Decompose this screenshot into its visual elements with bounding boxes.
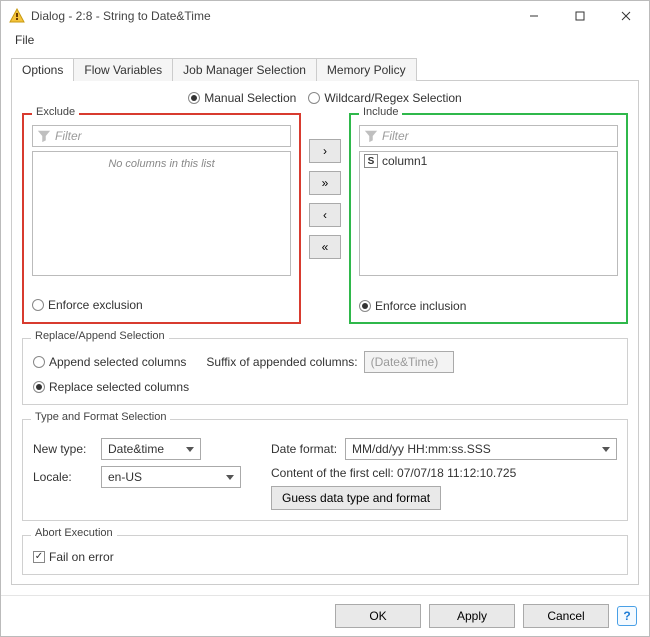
select-value: Date&time bbox=[108, 442, 164, 456]
move-buttons: › » ‹ « bbox=[309, 113, 341, 324]
filter-placeholder: Filter bbox=[55, 129, 82, 143]
cancel-button[interactable]: Cancel bbox=[523, 604, 609, 628]
abort-execution-group: Abort Execution Fail on error bbox=[22, 535, 628, 575]
radio-enforce-inclusion[interactable]: Enforce inclusion bbox=[359, 299, 466, 313]
radio-append-columns[interactable]: Append selected columns bbox=[33, 355, 186, 369]
list-item[interactable]: S column1 bbox=[360, 152, 617, 170]
include-panel: Include Filter S column1 bbox=[349, 113, 628, 324]
suffix-label: Suffix of appended columns: bbox=[206, 355, 357, 369]
radio-bullet-icon bbox=[33, 381, 45, 393]
radio-label: Wildcard/Regex Selection bbox=[324, 91, 461, 105]
checkbox-fail-on-error[interactable]: Fail on error bbox=[33, 550, 114, 564]
chevron-down-icon bbox=[602, 447, 610, 452]
menu-file[interactable]: File bbox=[9, 31, 40, 49]
app-icon bbox=[9, 8, 25, 24]
include-legend: Include bbox=[359, 106, 402, 118]
radio-label: Append selected columns bbox=[49, 355, 186, 369]
guess-format-button[interactable]: Guess data type and format bbox=[271, 486, 441, 510]
exclude-all-button[interactable]: « bbox=[309, 235, 341, 259]
minimize-button[interactable] bbox=[511, 1, 557, 31]
exclude-list[interactable]: No columns in this list bbox=[32, 151, 291, 276]
new-type-select[interactable]: Date&time bbox=[101, 438, 201, 460]
radio-label: Replace selected columns bbox=[49, 380, 189, 394]
radio-label: Enforce exclusion bbox=[48, 298, 143, 312]
filter-icon bbox=[364, 129, 378, 143]
exclude-one-button[interactable]: ‹ bbox=[309, 203, 341, 227]
tabpanel-options: Manual Selection Wildcard/Regex Selectio… bbox=[11, 80, 639, 585]
titlebar: Dialog - 2:8 - String to Date&Time bbox=[1, 1, 649, 31]
new-type-label: New type: bbox=[33, 442, 93, 456]
include-one-button[interactable]: › bbox=[309, 139, 341, 163]
include-list[interactable]: S column1 bbox=[359, 151, 618, 276]
exclude-filter-input[interactable]: Filter bbox=[32, 125, 291, 147]
enforce-exclusion-row: Enforce exclusion bbox=[32, 298, 291, 314]
maximize-button[interactable] bbox=[557, 1, 603, 31]
include-filter-input[interactable]: Filter bbox=[359, 125, 618, 147]
dialog-footer: OK Apply Cancel ? bbox=[1, 595, 649, 636]
filter-placeholder: Filter bbox=[382, 129, 409, 143]
date-format-select[interactable]: MM/dd/yy HH:mm:ss.SSS bbox=[345, 438, 617, 460]
suffix-input: (Date&Time) bbox=[364, 351, 454, 373]
first-cell-content: Content of the first cell: 07/07/18 11:1… bbox=[271, 466, 516, 480]
help-button[interactable]: ? bbox=[617, 606, 637, 626]
tab-flow-variables[interactable]: Flow Variables bbox=[73, 58, 173, 81]
chevron-down-icon bbox=[186, 447, 194, 452]
checkbox-label: Fail on error bbox=[49, 550, 114, 564]
radio-bullet-icon bbox=[33, 356, 45, 368]
tab-job-manager[interactable]: Job Manager Selection bbox=[172, 58, 317, 81]
chevron-down-icon bbox=[226, 475, 234, 480]
ok-button[interactable]: OK bbox=[335, 604, 421, 628]
enforce-inclusion-row: Enforce inclusion bbox=[359, 298, 618, 313]
radio-enforce-exclusion[interactable]: Enforce exclusion bbox=[32, 298, 143, 312]
tabs-container: Options Flow Variables Job Manager Selec… bbox=[1, 51, 649, 595]
window-title: Dialog - 2:8 - String to Date&Time bbox=[31, 9, 511, 23]
close-button[interactable] bbox=[603, 1, 649, 31]
type-format-group: Type and Format Selection New type: Date… bbox=[22, 419, 628, 521]
radio-bullet-icon bbox=[188, 92, 200, 104]
exclude-legend: Exclude bbox=[32, 106, 79, 118]
select-value: en-US bbox=[108, 470, 142, 484]
menubar: File bbox=[1, 31, 649, 51]
radio-bullet-icon bbox=[308, 92, 320, 104]
string-type-icon: S bbox=[364, 154, 378, 168]
radio-replace-columns[interactable]: Replace selected columns bbox=[33, 380, 189, 394]
group-legend: Replace/Append Selection bbox=[31, 330, 169, 342]
checkbox-icon bbox=[33, 551, 45, 563]
radio-label: Enforce inclusion bbox=[375, 299, 466, 313]
tab-memory-policy[interactable]: Memory Policy bbox=[316, 58, 417, 81]
locale-label: Locale: bbox=[33, 470, 93, 484]
date-format-label: Date format: bbox=[271, 442, 337, 456]
group-legend: Abort Execution bbox=[31, 527, 117, 539]
columns-row: Exclude Filter No columns in this list E… bbox=[22, 113, 628, 324]
include-all-button[interactable]: » bbox=[309, 171, 341, 195]
suffix-placeholder: (Date&Time) bbox=[371, 355, 439, 369]
apply-button[interactable]: Apply bbox=[429, 604, 515, 628]
radio-bullet-icon bbox=[32, 299, 44, 311]
selection-mode-row: Manual Selection Wildcard/Regex Selectio… bbox=[22, 91, 628, 105]
exclude-empty-text: No columns in this list bbox=[33, 152, 290, 170]
select-value: MM/dd/yy HH:mm:ss.SSS bbox=[352, 442, 491, 456]
list-item-label: column1 bbox=[382, 154, 427, 168]
radio-label: Manual Selection bbox=[204, 91, 296, 105]
locale-select[interactable]: en-US bbox=[101, 466, 241, 488]
radio-manual-selection[interactable]: Manual Selection bbox=[188, 91, 296, 105]
group-legend: Type and Format Selection bbox=[31, 411, 170, 423]
replace-append-group: Replace/Append Selection Append selected… bbox=[22, 338, 628, 405]
radio-wildcard-selection[interactable]: Wildcard/Regex Selection bbox=[308, 91, 461, 105]
exclude-panel: Exclude Filter No columns in this list E… bbox=[22, 113, 301, 324]
tabstrip: Options Flow Variables Job Manager Selec… bbox=[11, 57, 639, 80]
radio-bullet-icon bbox=[359, 300, 371, 312]
filter-icon bbox=[37, 129, 51, 143]
dialog-window: Dialog - 2:8 - String to Date&Time File … bbox=[0, 0, 650, 637]
tab-options[interactable]: Options bbox=[11, 58, 74, 81]
